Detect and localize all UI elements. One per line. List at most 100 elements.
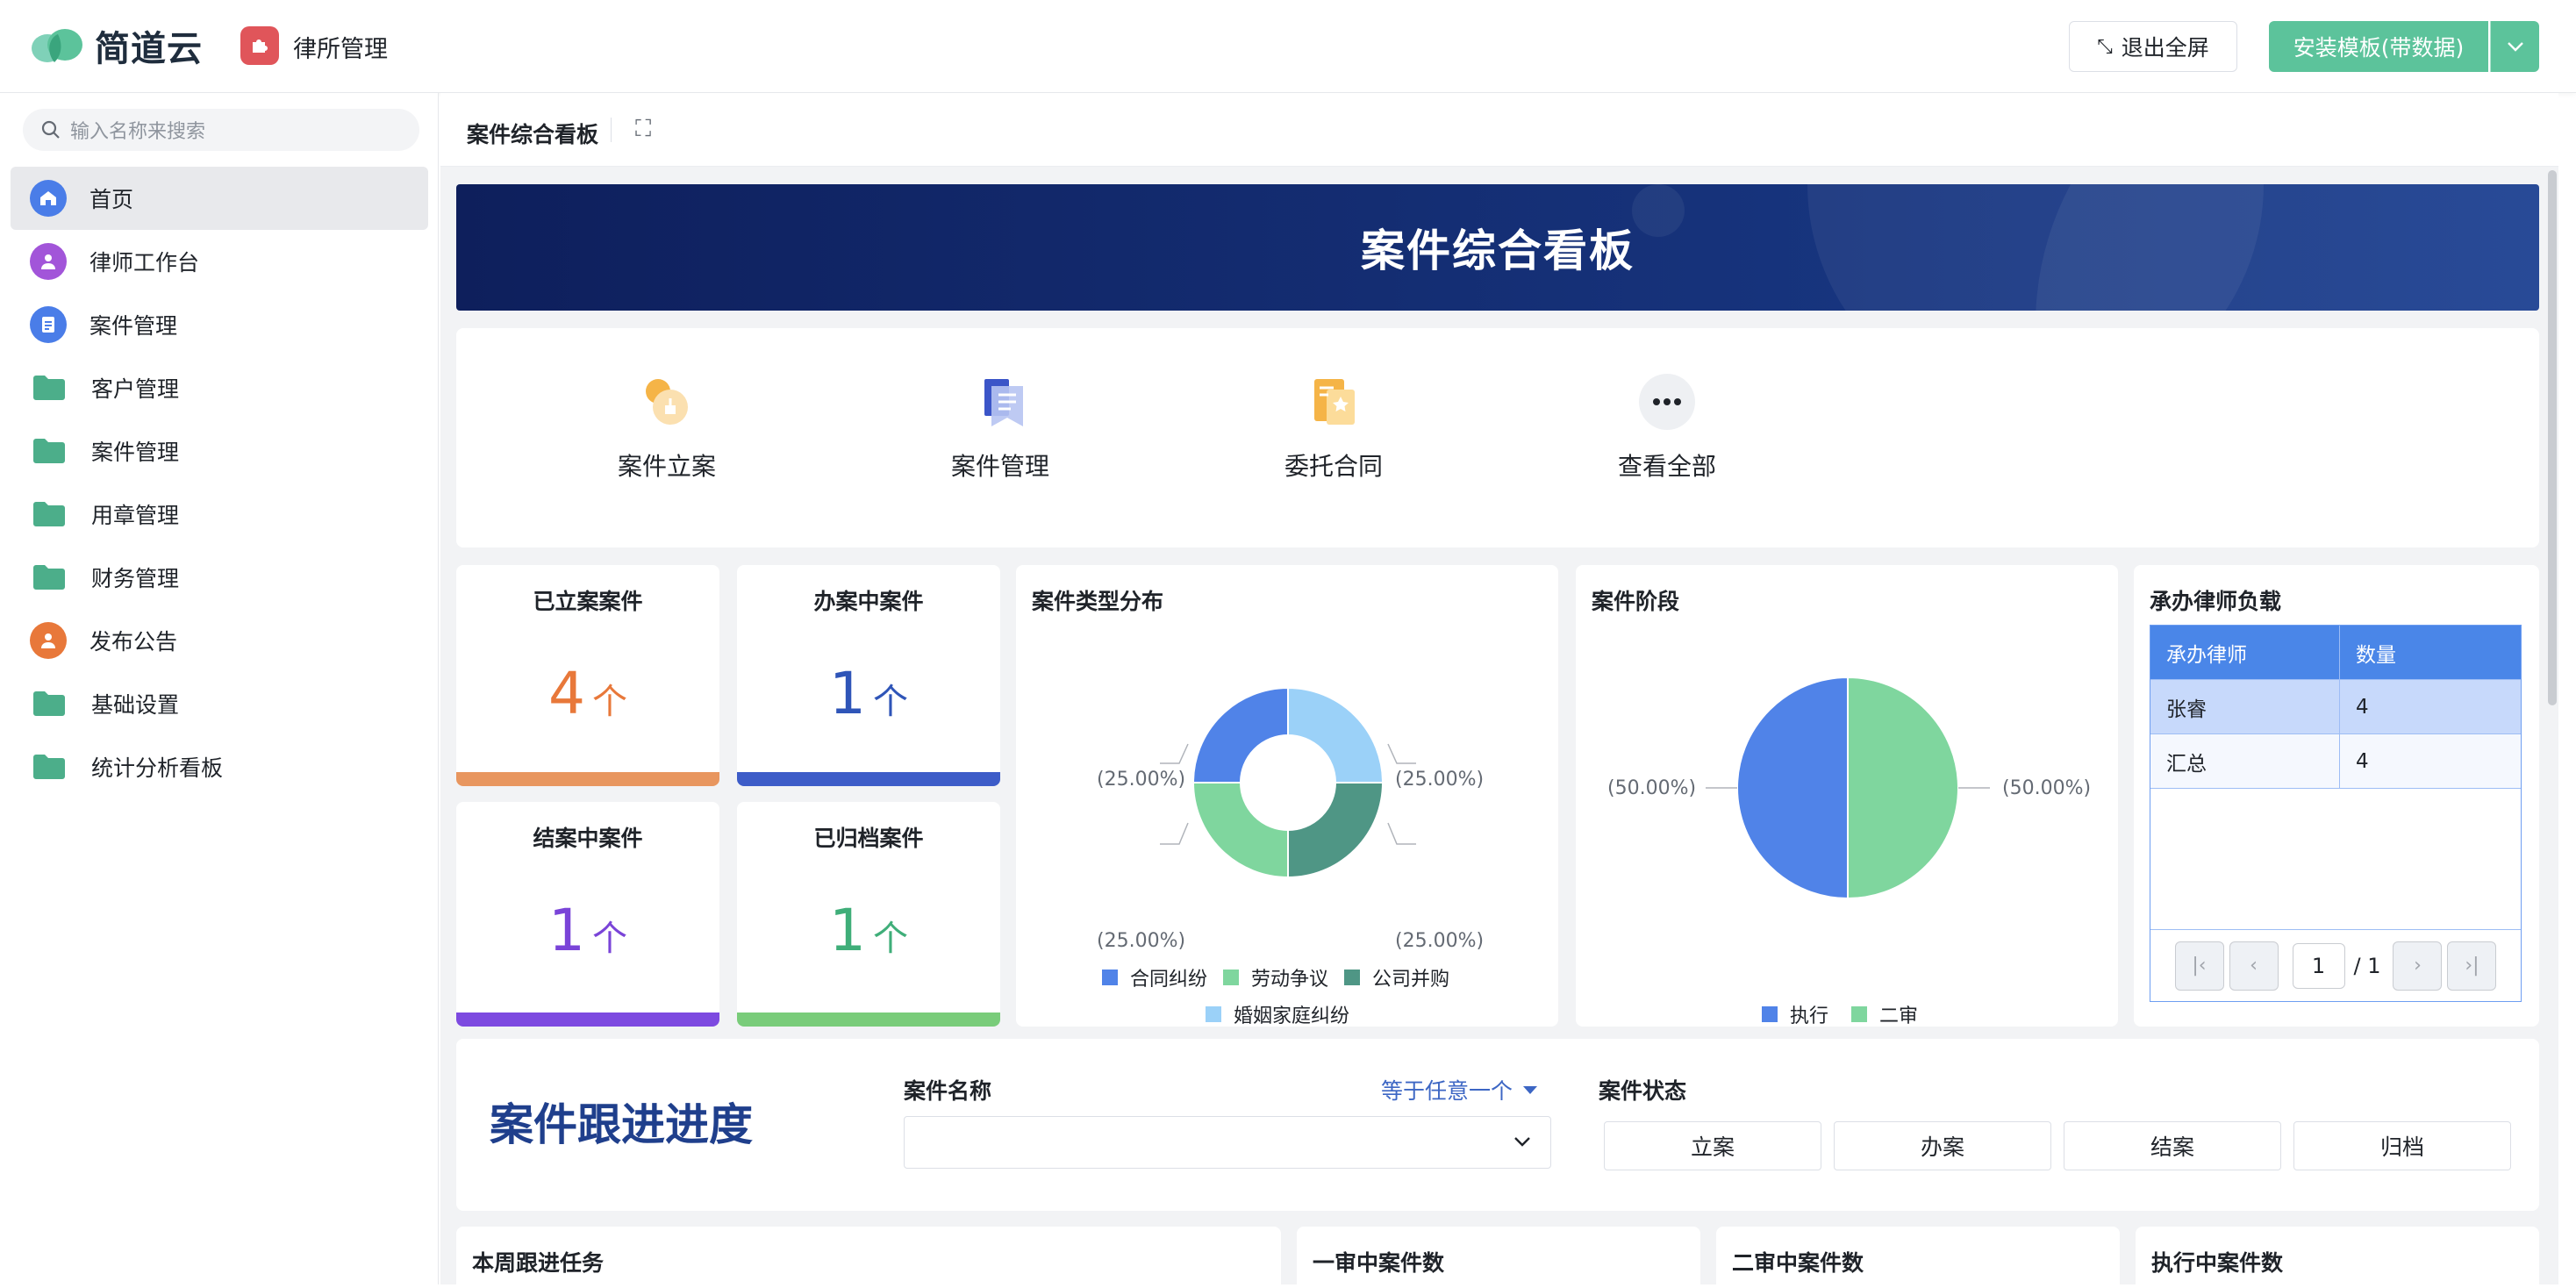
sidebar-item-label: 案件管理 xyxy=(89,313,178,339)
pie-slice-0[interactable] xyxy=(1847,676,1959,900)
sidebar-nav: 首页 律师工作台 案件管理 客户管理 案件管理 用章管理 财务管理 发布公告 基… xyxy=(11,167,428,798)
sidebar-item-label: 用章管理 xyxy=(91,503,180,528)
donut-slice-1[interactable] xyxy=(1287,782,1385,879)
legend-label: 公司并购 xyxy=(1372,969,1450,991)
first-page-icon[interactable]: |‹ xyxy=(2174,941,2224,991)
label-leader-line xyxy=(1387,822,1416,845)
sidebar-item-label: 基础设置 xyxy=(91,692,180,718)
sidebar: 输入名称来搜索 首页 律师工作台 案件管理 客户管理 案件管理 用章管理 财务管… xyxy=(0,93,439,1284)
search-input[interactable]: 输入名称来搜索 xyxy=(23,109,419,151)
more-icon xyxy=(1639,374,1695,430)
column-header[interactable]: 数量 xyxy=(2340,626,2521,680)
table-cell: 4 xyxy=(2340,680,2521,734)
column-header[interactable]: 承办律师 xyxy=(2150,626,2340,680)
slice-label: (25.00%) xyxy=(1395,769,1485,791)
table-cell: 张睿 xyxy=(2150,680,2340,734)
filter-operator-dropdown[interactable]: 等于任意一个 xyxy=(1381,1074,1539,1106)
folder-icon xyxy=(33,439,65,463)
tab-dashboard[interactable]: 案件综合看板 xyxy=(467,118,598,149)
kpi-filed-cases[interactable]: 已立案案件 4个 xyxy=(456,565,719,786)
search-icon xyxy=(41,120,60,139)
card-title: 一审中案件数 xyxy=(1313,1250,1445,1276)
status-closing-button[interactable]: 结案 xyxy=(2064,1121,2281,1170)
brand-logo[interactable]: 简道云 xyxy=(28,19,203,72)
legend-item[interactable]: 劳动争议 xyxy=(1223,963,1328,991)
table-header-row: 承办律师 数量 xyxy=(2150,626,2521,680)
table-row[interactable]: 汇总 4 xyxy=(2150,734,2521,789)
sidebar-item-client-management[interactable]: 客户管理 xyxy=(11,356,428,419)
sidebar-item-analytics[interactable]: 统计分析看板 xyxy=(11,735,428,798)
legend-item[interactable]: 婚姻家庭纠纷 xyxy=(1206,1000,1349,1028)
exit-fullscreen-label: 退出全屏 xyxy=(2121,35,2209,61)
install-template-button[interactable]: 安装模板(带数据) xyxy=(2269,21,2488,72)
next-page-icon[interactable]: › xyxy=(2393,941,2443,991)
legend-swatch xyxy=(1102,970,1118,985)
slice-label: (25.00%) xyxy=(1097,930,1186,952)
legend-item[interactable]: 合同纠纷 xyxy=(1102,963,1207,991)
donut-slice-2[interactable] xyxy=(1191,782,1289,879)
contract-icon xyxy=(1306,374,1362,430)
legend-label: 婚姻家庭纠纷 xyxy=(1234,1005,1350,1027)
table-row[interactable]: 张睿 4 xyxy=(2150,680,2521,734)
label-leader-line xyxy=(1160,743,1189,764)
case-name-select[interactable] xyxy=(904,1116,1551,1169)
slice-label: (25.00%) xyxy=(1097,769,1186,791)
folder-icon xyxy=(33,502,65,526)
legend-item[interactable]: 执行 xyxy=(1762,1000,1828,1028)
sidebar-item-settings[interactable]: 基础设置 xyxy=(11,672,428,735)
pie-slice-1[interactable] xyxy=(1736,676,1849,900)
sidebar-item-case-folder[interactable]: 案件管理 xyxy=(11,419,428,483)
sidebar-item-case-management[interactable]: 案件管理 xyxy=(11,293,428,356)
exit-fullscreen-button[interactable]: ⤡ 退出全屏 xyxy=(2069,21,2237,72)
page-input[interactable]: 1 xyxy=(2292,942,2345,989)
quick-view-all[interactable]: 查看全部 xyxy=(1553,374,1781,483)
weekly-tasks-card: 本周跟进任务 xyxy=(456,1227,1281,1288)
kpi-value: 1个 xyxy=(829,897,908,964)
table-cell: 汇总 xyxy=(2150,734,2340,789)
legend-swatch xyxy=(1851,1006,1867,1022)
document-icon xyxy=(30,306,67,343)
install-dropdown-button[interactable] xyxy=(2490,21,2539,72)
legend-item[interactable]: 公司并购 xyxy=(1344,963,1449,991)
sidebar-item-home[interactable]: 首页 xyxy=(11,167,428,230)
prev-page-icon[interactable]: ‹ xyxy=(2229,941,2279,991)
kpi-title: 已立案案件 xyxy=(533,589,643,614)
cloud-logo-icon xyxy=(32,29,82,62)
kpi-closing-cases[interactable]: 结案中案件 1个 xyxy=(456,802,719,1027)
sidebar-item-label: 案件管理 xyxy=(91,440,180,465)
donut-slice-3[interactable] xyxy=(1191,686,1289,784)
case-type-chart-card: 案件类型分布 (25.00%) (25.00%) (25.00%) (25.00… xyxy=(1016,565,1558,1027)
quick-entrust-contract[interactable]: 委托合同 xyxy=(1220,374,1448,483)
tab-bar: 案件综合看板 ⛶ xyxy=(440,93,2558,167)
expand-icon[interactable]: ⛶ xyxy=(635,116,651,143)
quick-label: 案件立案 xyxy=(617,452,716,481)
status-handling-button[interactable]: 办案 xyxy=(1834,1121,2051,1170)
kpi-accent-bar xyxy=(737,772,1000,786)
donut-slice-0[interactable] xyxy=(1287,686,1385,784)
legend-label: 劳动争议 xyxy=(1251,969,1329,991)
sidebar-item-announcement[interactable]: 发布公告 xyxy=(11,609,428,672)
kpi-title: 办案中案件 xyxy=(813,589,924,614)
status-filed-button[interactable]: 立案 xyxy=(1604,1121,1821,1170)
lawyer-load-card: 承办律师负载 承办律师 数量 张睿 4 汇总 4 |‹ ‹ 1 / 1 › ›| xyxy=(2134,565,2539,1027)
sidebar-item-label: 财务管理 xyxy=(91,566,180,591)
legend-item[interactable]: 二审 xyxy=(1851,1000,1918,1028)
scrollbar-thumb[interactable] xyxy=(2548,170,2557,705)
quick-case-management[interactable]: 案件管理 xyxy=(886,374,1114,483)
quick-case-filing[interactable]: 案件立案 xyxy=(553,374,781,483)
table-pager: |‹ ‹ 1 / 1 › ›| xyxy=(2150,929,2521,1001)
last-page-icon[interactable]: ›| xyxy=(2447,941,2497,991)
first-instance-card: 一审中案件数 xyxy=(1297,1227,1700,1288)
sidebar-item-lawyer-desk[interactable]: 律师工作台 xyxy=(11,230,428,293)
home-icon xyxy=(30,180,67,217)
sidebar-item-seal-management[interactable]: 用章管理 xyxy=(11,483,428,546)
kpi-archived-cases[interactable]: 已归档案件 1个 xyxy=(737,802,1000,1027)
card-title: 二审中案件数 xyxy=(1732,1250,1864,1276)
kpi-in-progress-cases[interactable]: 办案中案件 1个 xyxy=(737,565,1000,786)
label-leader-line xyxy=(1160,822,1189,845)
status-archived-button[interactable]: 归档 xyxy=(2293,1121,2511,1170)
sidebar-item-finance[interactable]: 财务管理 xyxy=(11,546,428,609)
folder-icon xyxy=(33,565,65,590)
case-filing-icon xyxy=(639,374,695,430)
filter-operator-label: 等于任意一个 xyxy=(1381,1078,1513,1104)
